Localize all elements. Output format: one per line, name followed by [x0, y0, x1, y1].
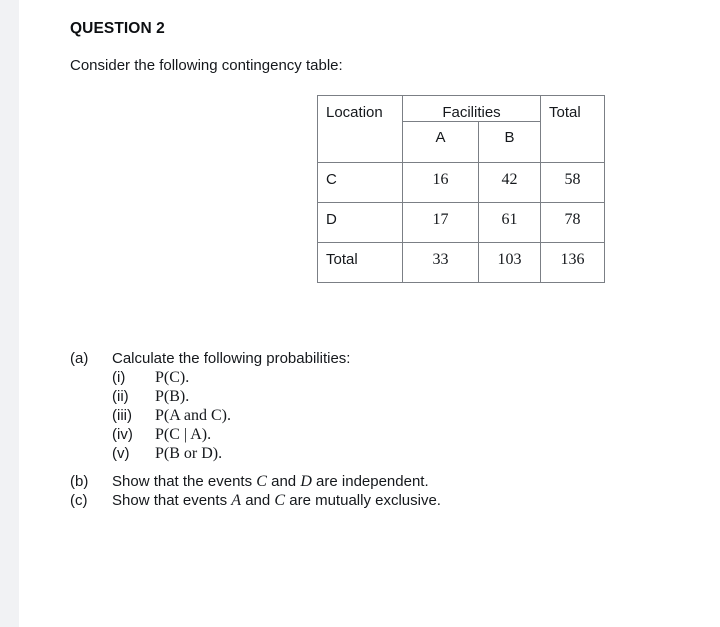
cell-value: 16 [432, 171, 449, 188]
row-label: D [326, 211, 337, 228]
row-value-b: 61 [477, 202, 542, 243]
page-gutter-strip [0, 0, 19, 627]
contingency-table: Location Facilities Total A B C 16 42 58… [317, 95, 606, 283]
table-row-total: Total 33 103 136 [317, 242, 606, 283]
cell-value: 61 [501, 211, 518, 228]
table-header-row-top: Location Facilities Total [317, 95, 606, 163]
question-part-a: (a) Calculate the following probabilitie… [70, 350, 670, 367]
subitem-label: (ii) [112, 388, 129, 405]
part-b-text-after: are independent. [311, 473, 429, 490]
table-row: C 16 42 58 [317, 162, 606, 203]
part-a-text: Calculate the following probabilities: [112, 350, 351, 367]
cell-value: 103 [497, 251, 522, 268]
subitem-label: (i) [112, 369, 126, 386]
cell-value: 78 [564, 211, 581, 228]
row-label-cell: D [317, 202, 403, 243]
cell-value: 136 [560, 251, 585, 268]
subitem-label: (v) [112, 445, 130, 462]
row-label-cell: Total [317, 242, 403, 283]
row-value-total: 78 [540, 202, 606, 243]
subitem-expression: P(A and C). [155, 407, 231, 424]
part-a-label: (a) [70, 350, 89, 367]
part-c-text: Show that events A and C are mutually ex… [112, 492, 441, 510]
part-c-label: (c) [70, 492, 88, 509]
subitem-expression: P(C). [155, 369, 190, 386]
list-item: (iii) P(A and C). [112, 407, 670, 425]
header-b-label: B [504, 129, 515, 146]
cell-value: 33 [432, 251, 449, 268]
part-b-var-1: C [256, 473, 267, 490]
part-b-var-2: D [300, 473, 312, 490]
question-part-c: (c) Show that events A and C are mutuall… [70, 492, 670, 510]
row-value-a: 17 [402, 202, 479, 243]
part-b-text-before: Show that the events [112, 473, 257, 490]
intro-text: Consider the following contingency table… [70, 57, 343, 74]
part-c-text-after: are mutually exclusive. [285, 492, 441, 509]
cell-value: 42 [501, 171, 518, 188]
header-cell-b: B [477, 121, 542, 163]
header-location-label: Location [326, 104, 383, 121]
row-value-b: 103 [477, 242, 542, 283]
part-b-text: Show that the events C and D are indepen… [112, 473, 429, 491]
row-label-cell: C [317, 162, 403, 203]
row-value-a: 16 [402, 162, 479, 203]
table-row: D 17 61 78 [317, 202, 606, 243]
subitem-label: (iii) [112, 407, 132, 424]
page-title: QUESTION 2 [70, 20, 165, 37]
part-c-var-2: C [274, 492, 286, 509]
row-label: C [326, 171, 337, 188]
cell-value: 58 [564, 171, 581, 188]
subitem-expression: P(B). [155, 388, 190, 405]
row-value-a: 33 [402, 242, 479, 283]
part-b-text-mid: and [266, 473, 301, 490]
header-a-label: A [435, 129, 446, 146]
row-label: Total [326, 251, 358, 268]
subitem-label: (iv) [112, 426, 133, 443]
row-value-total: 136 [540, 242, 606, 283]
header-cell-total: Total [540, 95, 606, 163]
header-cell-facilities: Facilities [401, 95, 542, 122]
header-cell-a: A [402, 121, 479, 163]
cell-value: 17 [432, 211, 449, 228]
list-item: (i) P(C). [112, 369, 670, 387]
question-part-b: (b) Show that the events C and D are ind… [70, 473, 670, 491]
subitem-expression: P(C | A). [155, 426, 212, 443]
header-total-label: Total [549, 104, 581, 121]
subitem-expression: P(B or D). [155, 445, 223, 462]
document-page: QUESTION 2 Consider the following contin… [19, 0, 720, 627]
part-b-label: (b) [70, 473, 89, 490]
contingency-table-container: Location Facilities Total A B C 16 42 58… [317, 95, 606, 283]
row-value-b: 42 [477, 162, 542, 203]
header-facilities-label: Facilities [442, 104, 501, 121]
list-item: (ii) P(B). [112, 388, 670, 406]
header-cell-location: Location [317, 95, 403, 163]
list-item: (iv) P(C | A). [112, 426, 670, 444]
part-c-text-before: Show that events [112, 492, 232, 509]
part-c-text-mid: and [241, 492, 275, 509]
list-item: (v) P(B or D). [112, 445, 670, 463]
questions-list: (a) Calculate the following probabilitie… [70, 350, 670, 511]
row-value-total: 58 [540, 162, 606, 203]
part-a-subitems: (i) P(C). (ii) P(B). (iii) P(A and C). (… [112, 369, 670, 463]
part-c-var-1: A [231, 492, 242, 509]
